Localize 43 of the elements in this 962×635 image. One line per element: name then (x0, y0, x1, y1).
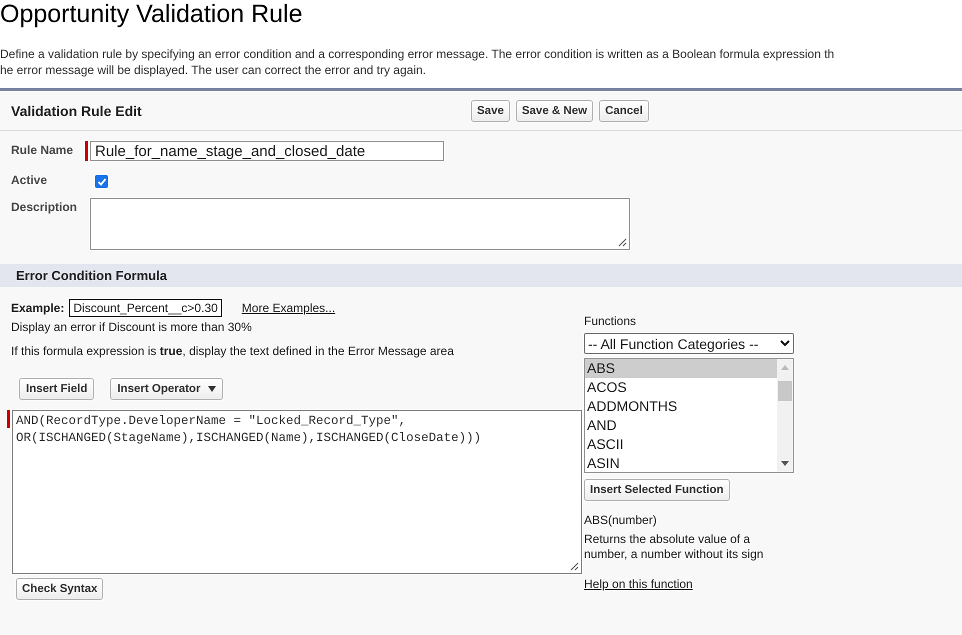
action-button[interactable]: Cancel (599, 100, 649, 122)
resize-grip-icon[interactable] (618, 238, 627, 247)
insert-field-button[interactable]: Insert Field (19, 378, 94, 400)
help-link[interactable]: Help on this function (584, 577, 794, 591)
example-label: Example: (11, 301, 64, 315)
description-field[interactable] (90, 198, 630, 250)
category-dropdown[interactable]: -- All Function Categories -- (584, 333, 794, 354)
caret-icon (208, 386, 216, 392)
page-title: Opportunity Validation Rule (0, 0, 304, 27)
scroll-thumb[interactable] (778, 381, 792, 401)
action-button[interactable]: Save & New (516, 100, 594, 122)
insert-operator-button[interactable]: Insert Operator (110, 378, 224, 400)
function-item[interactable]: ADDMONTHS (585, 397, 777, 416)
function-description: Returns the absolute value of a number, a number without its sign (584, 532, 764, 562)
function-item[interactable]: AND (585, 416, 777, 435)
scroll-down-icon[interactable] (781, 461, 789, 466)
more-examples-link[interactable]: More Examples... (242, 301, 336, 315)
intro-text: Define a validation rule by specifying an error condition and a corresponding error message. The error condition is written as a Boolean formula expression th (0, 46, 836, 62)
panel-title: Validation Rule Edit (10, 102, 143, 118)
function-item[interactable]: ABS (585, 359, 777, 378)
function-item[interactable]: ASCII (585, 435, 777, 454)
function-item[interactable]: ACOS (585, 378, 777, 397)
formula-hint: If this formula expression is true, display the text defined in the Error Message area (11, 344, 455, 358)
required-marker (7, 410, 10, 428)
function-item[interactable]: ASIN (585, 454, 777, 473)
rule-name-field[interactable]: Rule_for_name_stage_and_closed_date (90, 141, 444, 161)
chevron-icon (780, 340, 790, 347)
functions-label: Functions (584, 314, 638, 328)
example-note: Display an error if Discount is more than 30% (11, 320, 253, 334)
insert-function-button[interactable]: Insert Selected Function (584, 479, 730, 501)
active-checkbox[interactable] (95, 175, 108, 188)
resize-grip-icon[interactable] (570, 562, 579, 571)
example-formula: Discount_Percent__c>0.30 (69, 299, 222, 317)
function-signature: ABS(number) (584, 513, 658, 527)
formula-editor[interactable]: AND(RecordType.DeveloperName = "Locked_Record_Type", OR(ISCHANGED(StageName),ISCHANGED(Name),ISCHANGED(CloseDate))) (12, 410, 582, 574)
action-button[interactable]: Save (471, 100, 510, 122)
field-label: Description (11, 199, 78, 216)
scrollbar[interactable] (777, 359, 793, 472)
field-label: Active (11, 172, 48, 188)
field-label: Rule Name (11, 142, 74, 159)
intro-text: he error message will be displayed. The user can correct the error and try again. (0, 62, 427, 78)
section-header: Error Condition Formula (0, 264, 962, 287)
check-syntax-button[interactable]: Check Syntax (16, 578, 104, 600)
